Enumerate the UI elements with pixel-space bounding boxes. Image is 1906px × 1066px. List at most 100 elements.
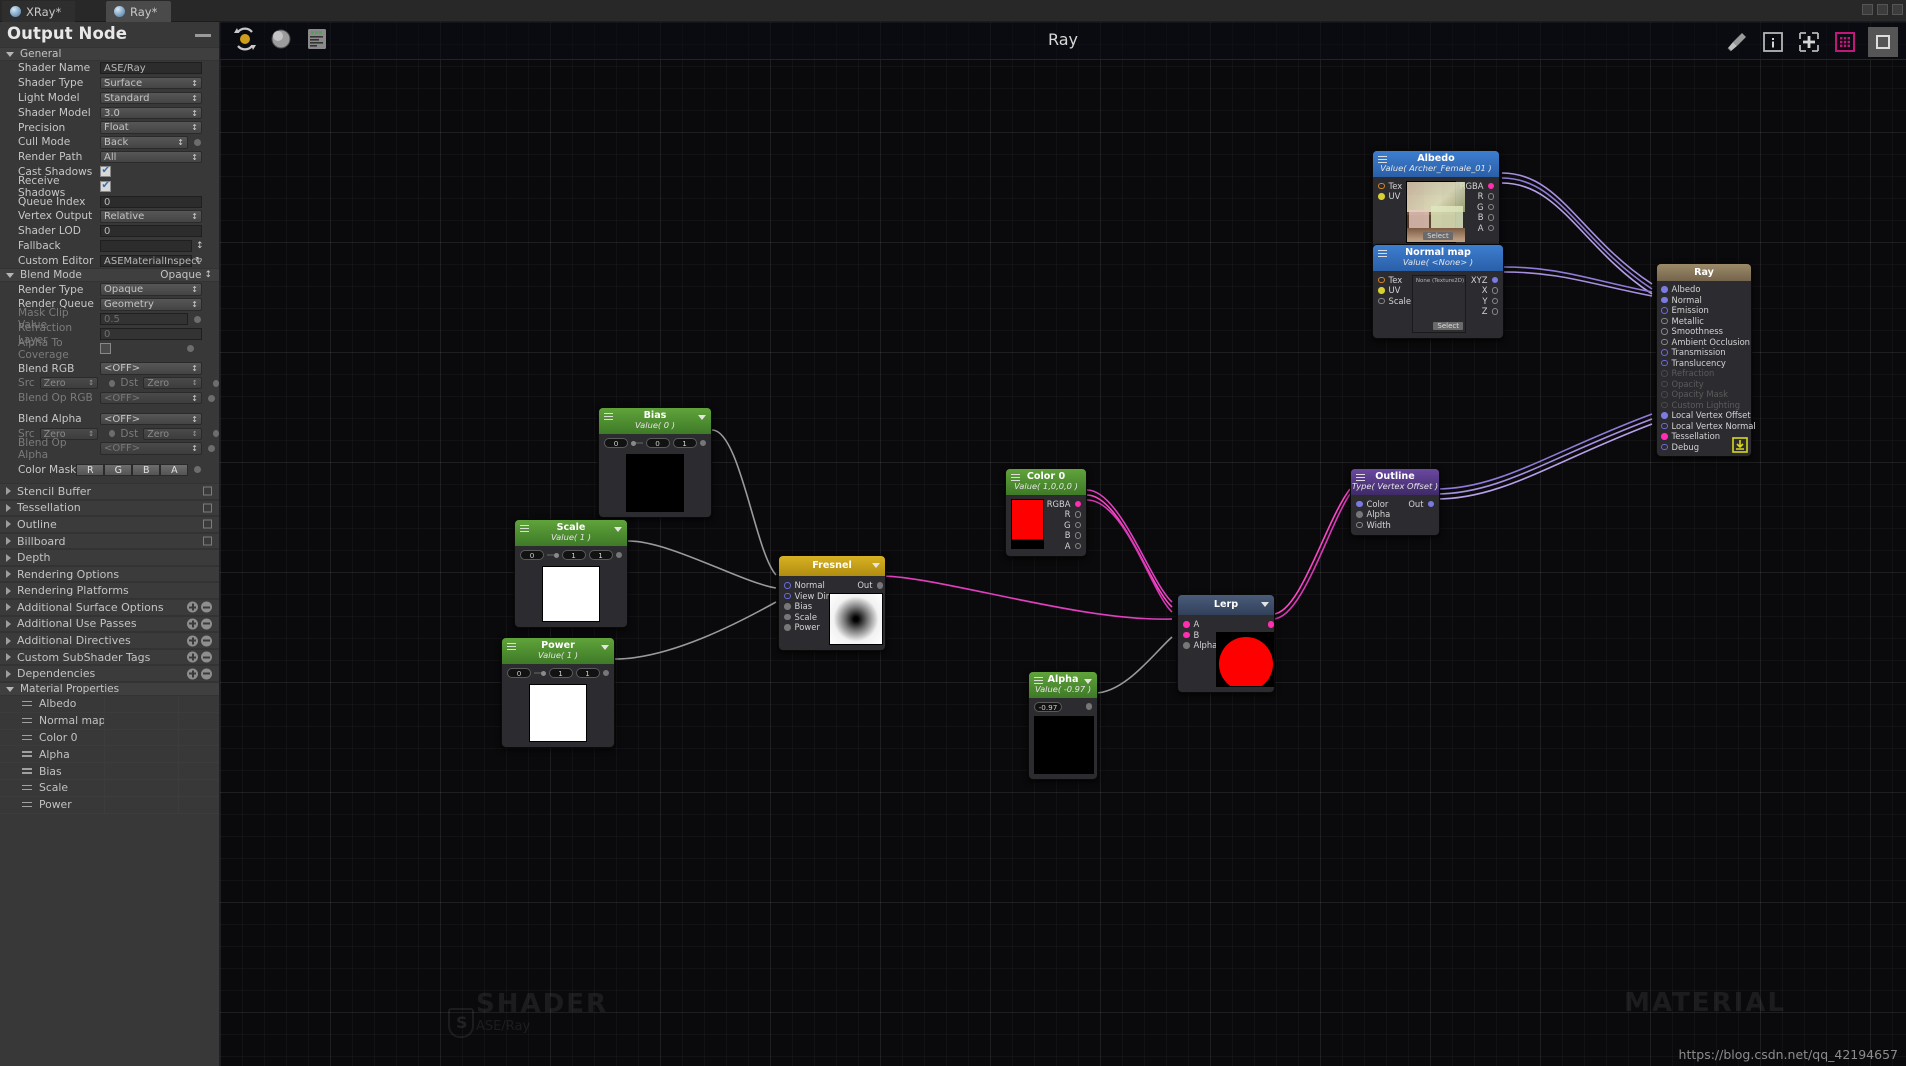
node-header[interactable]: Albedo Value( Archer_Female_01 ) (1373, 151, 1499, 177)
src-rgb-toggle[interactable] (109, 379, 116, 387)
blend-op-alpha-dropdown[interactable]: <OFF> ↕ (100, 442, 202, 455)
port-emission[interactable]: Emission (1661, 305, 1747, 316)
section-general[interactable]: General (0, 47, 219, 61)
section-material-properties[interactable]: Material Properties (0, 682, 219, 697)
src-alpha-toggle[interactable] (109, 430, 116, 438)
slider-min[interactable]: 0 (604, 438, 628, 448)
port-dot[interactable] (1183, 642, 1190, 649)
slider-track[interactable] (534, 670, 546, 676)
sphere-preview-icon[interactable] (268, 26, 294, 52)
port-x[interactable]: X (1470, 285, 1498, 296)
minimize-button[interactable] (1862, 4, 1873, 15)
port-dot[interactable] (1661, 412, 1668, 419)
value-dropdown[interactable]: All ↕ (100, 150, 202, 164)
color-mask-toggle[interactable] (194, 466, 202, 474)
dst-rgb-dropdown[interactable]: Zero ↕ (143, 377, 202, 390)
section-outline[interactable]: Outline (0, 516, 219, 533)
menu-icon[interactable] (1356, 474, 1365, 481)
port-dot[interactable] (1378, 182, 1385, 189)
drag-handle-icon[interactable] (22, 801, 32, 808)
close-button[interactable] (1892, 4, 1903, 15)
node-header[interactable]: Alpha Value( -0.97 ) (1029, 672, 1097, 698)
port-dot[interactable] (876, 582, 883, 589)
remove-button[interactable] (201, 601, 212, 613)
port-view-dir[interactable]: View Dir (784, 591, 829, 602)
material-property-normal-map[interactable]: Normal map (0, 712, 219, 730)
slider-knob[interactable] (540, 670, 546, 676)
menu-icon[interactable] (520, 525, 529, 532)
tab-xray[interactable]: XRay* (2, 1, 76, 22)
remove-button[interactable] (201, 651, 212, 663)
material-property-power[interactable]: Power (0, 796, 219, 814)
port-dot[interactable] (1487, 224, 1494, 231)
port-smoothness[interactable]: Smoothness (1661, 326, 1747, 337)
slider-value[interactable]: 0 (645, 438, 670, 448)
value-slider[interactable]: 0 1 1 (507, 668, 609, 679)
port-alpha[interactable]: Alpha (1183, 640, 1217, 651)
node-bias[interactable]: Bias Value( 0 ) 0 0 1 (598, 407, 712, 518)
port-dot-out[interactable] (602, 669, 609, 677)
blend-op-alpha-toggle[interactable] (208, 445, 215, 453)
slider-value[interactable]: 1 (561, 550, 586, 560)
port-dot[interactable] (1661, 328, 1668, 335)
node-header[interactable]: Power Value( 1 ) (502, 638, 614, 664)
section-additional-directives[interactable]: Additional Directives (0, 632, 219, 649)
port-normal[interactable]: Normal (784, 580, 826, 591)
node-header[interactable]: Lerp (1178, 595, 1274, 615)
port-dot[interactable] (1661, 296, 1668, 303)
port-uv[interactable]: UV (1378, 285, 1408, 296)
slider-value[interactable]: 1 (548, 668, 573, 678)
texture-preview[interactable]: None (Texture2D) Select (1412, 274, 1466, 333)
menu-icon[interactable] (1011, 474, 1020, 481)
color-swatch[interactable] (1011, 498, 1044, 549)
port-ambient-occlusion[interactable]: Ambient Occlusion (1661, 337, 1750, 348)
chevron-down-icon[interactable] (698, 415, 706, 420)
port-y[interactable]: Y (1470, 296, 1498, 307)
value-field[interactable] (100, 239, 192, 252)
info-icon[interactable] (1760, 29, 1786, 55)
menu-icon[interactable] (507, 643, 516, 650)
port-alpha[interactable]: Alpha (1356, 509, 1408, 520)
broom-icon[interactable] (1724, 29, 1750, 55)
blend-alpha-dropdown[interactable]: <OFF> ↕ (100, 412, 202, 426)
section-additional-surface-options[interactable]: Additional Surface Options (0, 599, 219, 616)
section-rendering-options[interactable]: Rendering Options (0, 565, 219, 583)
section-enable-checkbox[interactable] (203, 536, 212, 546)
port-dot[interactable] (784, 582, 791, 589)
slider-track[interactable] (631, 440, 643, 446)
value-dropdown[interactable]: Relative ↕ (100, 210, 202, 223)
value-dropdown[interactable]: Float ↕ (100, 121, 202, 134)
add-button[interactable] (187, 651, 198, 663)
node-header[interactable]: Outline Type( Vertex Offset ) (1351, 469, 1439, 495)
port-dot[interactable] (1661, 307, 1668, 314)
maximize-button[interactable] (1877, 4, 1888, 15)
color-mask-toggles[interactable]: RGBA (76, 463, 189, 476)
port-b[interactable]: B (1047, 530, 1081, 541)
remove-button[interactable] (201, 668, 212, 680)
collapse-panel-button[interactable] (195, 34, 211, 37)
tab-ray[interactable]: Ray* (106, 1, 172, 22)
port-dot[interactable] (1074, 521, 1081, 528)
port-dot[interactable] (1661, 317, 1668, 324)
port-dot[interactable] (784, 624, 791, 631)
node-ray-master[interactable]: Ray Albedo Normal Emission Metallic Smoothne… (1656, 263, 1756, 457)
section-custom-subshader-tags[interactable]: Custom SubShader Tags (0, 648, 219, 666)
material-property-albedo[interactable]: Albedo (0, 696, 219, 713)
port-g[interactable]: G (1047, 520, 1081, 531)
port-transmission[interactable]: Transmission (1661, 347, 1747, 358)
port-dot-out[interactable] (1085, 703, 1092, 710)
node-header[interactable]: Ray (1657, 264, 1751, 281)
slider-min[interactable]: 0 (507, 668, 531, 678)
dst-rgb-toggle[interactable] (212, 379, 219, 387)
section-additional-use-passes[interactable]: Additional Use Passes (0, 615, 219, 633)
color-mask-g[interactable]: G (104, 463, 133, 476)
port-dot[interactable] (1074, 511, 1081, 518)
chevron-down-icon[interactable] (872, 563, 880, 568)
chevron-down-icon[interactable] (601, 645, 609, 650)
node-graph-canvas[interactable]: Ray Albedo Value(Archer_Female_01) Tex… (220, 22, 1906, 1066)
port-dot-out[interactable] (615, 551, 622, 559)
port-a[interactable]: A (1183, 619, 1213, 630)
slider-max[interactable]: 1 (588, 550, 613, 560)
port-dot[interactable] (1661, 422, 1668, 429)
port-dot[interactable] (1356, 511, 1363, 518)
